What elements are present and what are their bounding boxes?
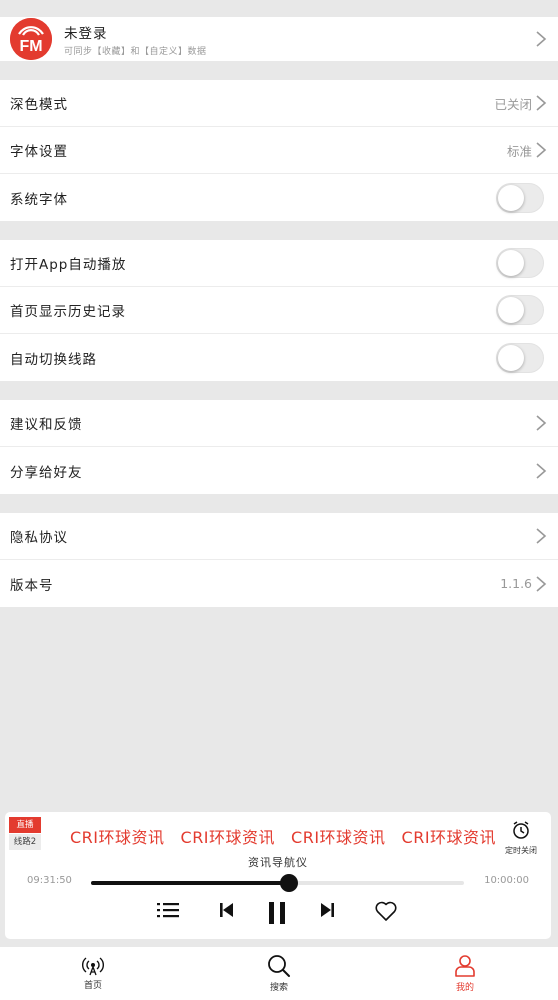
dark-mode-value: 已关闭 (494, 96, 532, 112)
dark-mode-label: 深色模式 (10, 97, 68, 113)
app-logo: FM (10, 18, 52, 60)
chevron-right-icon (534, 462, 548, 480)
next-button[interactable] (320, 900, 336, 920)
nav-home-label: 首页 (83, 981, 102, 991)
heart-icon (375, 901, 397, 921)
privacy-label: 隐私协议 (10, 530, 68, 546)
chevron-right-icon (534, 527, 548, 545)
chevron-right-icon (534, 94, 548, 112)
history-toggle[interactable] (496, 295, 544, 325)
station-ticker: CRI环球资讯 CRI环球资讯 CRI环球资讯 CRI环球资讯 (70, 824, 495, 848)
current-time: 09:31:50 (27, 875, 72, 886)
favorite-button[interactable] (374, 900, 398, 922)
chevron-right-icon (534, 575, 548, 593)
previous-button[interactable] (218, 900, 234, 920)
dark-mode-row[interactable]: 深色模式 已关闭 (0, 80, 558, 127)
chevron-right-icon (534, 30, 548, 48)
version-row[interactable]: 版本号 1.1.6 (0, 560, 558, 607)
feedback-label: 建议和反馈 (10, 417, 83, 433)
station-name: CRI环球资讯 (291, 828, 386, 847)
chevron-right-icon (534, 414, 548, 432)
nav-home[interactable]: 首页 (0, 947, 186, 1000)
auto-switch-label: 自动切换线路 (10, 351, 97, 368)
bottom-nav: 首页 搜索 我的 (0, 947, 558, 1000)
progress-slider[interactable] (91, 874, 464, 892)
progress-thumb[interactable] (279, 874, 298, 892)
live-badge: 直播 (9, 817, 41, 833)
svg-text:FM: FM (19, 38, 42, 55)
history-row: 首页显示历史记录 (0, 287, 558, 334)
share-label: 分享给好友 (10, 464, 83, 481)
playback-settings-group: 打开App自动播放 首页显示历史记录 自动切换线路 (0, 240, 558, 381)
previous-icon (220, 903, 233, 917)
autoplay-toggle[interactable] (496, 248, 544, 278)
sleep-timer-button[interactable]: 定时关闭 (501, 820, 541, 856)
system-font-label: 系统字体 (10, 191, 68, 208)
system-font-row: 系统字体 (0, 174, 558, 221)
autoplay-row: 打开App自动播放 (0, 240, 558, 287)
profile-card[interactable]: FM 未登录 可同步【收藏】和【自定义】数据 (0, 17, 558, 61)
system-font-toggle[interactable] (496, 182, 544, 213)
station-name: CRI环球资讯 (401, 828, 495, 847)
feedback-group: 建议和反馈 分享给好友 (0, 400, 558, 494)
station-name: CRI环球资讯 (180, 828, 276, 847)
alarm-clock-icon (513, 821, 529, 839)
nav-mine-label: 我的 (455, 983, 474, 993)
user-icon (455, 955, 475, 977)
version-label: 版本号 (10, 577, 54, 594)
autoplay-label: 打开App自动播放 (10, 257, 127, 273)
login-status: 未登录 (64, 25, 108, 42)
station-name: CRI环球资讯 (70, 828, 165, 847)
privacy-row[interactable]: 隐私协议 (0, 513, 558, 560)
chevron-right-icon (534, 141, 548, 159)
radio-broadcast-icon (82, 957, 104, 976)
pause-icon (269, 902, 285, 924)
next-icon (321, 903, 334, 917)
about-group: 隐私协议 版本号 1.1.6 (0, 513, 558, 607)
feedback-row[interactable]: 建议和反馈 (0, 400, 558, 447)
program-title: 资讯导航仪 (248, 856, 308, 869)
version-value: 1.1.6 (500, 576, 532, 591)
auto-switch-toggle[interactable] (496, 342, 544, 373)
nav-mine[interactable]: 我的 (372, 947, 558, 1000)
line-badge[interactable]: 线路2 (9, 834, 41, 850)
nav-search-label: 搜索 (269, 983, 288, 993)
pause-button[interactable] (266, 900, 288, 926)
playlist-button[interactable] (156, 900, 180, 920)
display-settings-group: 深色模式 已关闭 字体设置 标准 系统字体 (0, 80, 558, 221)
mini-player: 直播 线路2 CRI环球资讯 CRI环球资讯 CRI环球资讯 CRI环球资讯 定时关闭… (5, 812, 551, 939)
font-settings-label: 字体设置 (10, 144, 68, 160)
sync-hint: 可同步【收藏】和【自定义】数据 (64, 46, 207, 57)
playlist-icon (157, 903, 179, 918)
search-icon (268, 955, 290, 977)
font-settings-row[interactable]: 字体设置 标准 (0, 127, 558, 174)
nav-search[interactable]: 搜索 (186, 947, 372, 1000)
progress-fill (91, 881, 289, 885)
auto-switch-row: 自动切换线路 (0, 334, 558, 381)
total-time: 10:00:00 (484, 875, 529, 886)
share-row[interactable]: 分享给好友 (0, 447, 558, 494)
font-settings-value: 标准 (506, 143, 532, 159)
history-label: 首页显示历史记录 (10, 304, 126, 320)
